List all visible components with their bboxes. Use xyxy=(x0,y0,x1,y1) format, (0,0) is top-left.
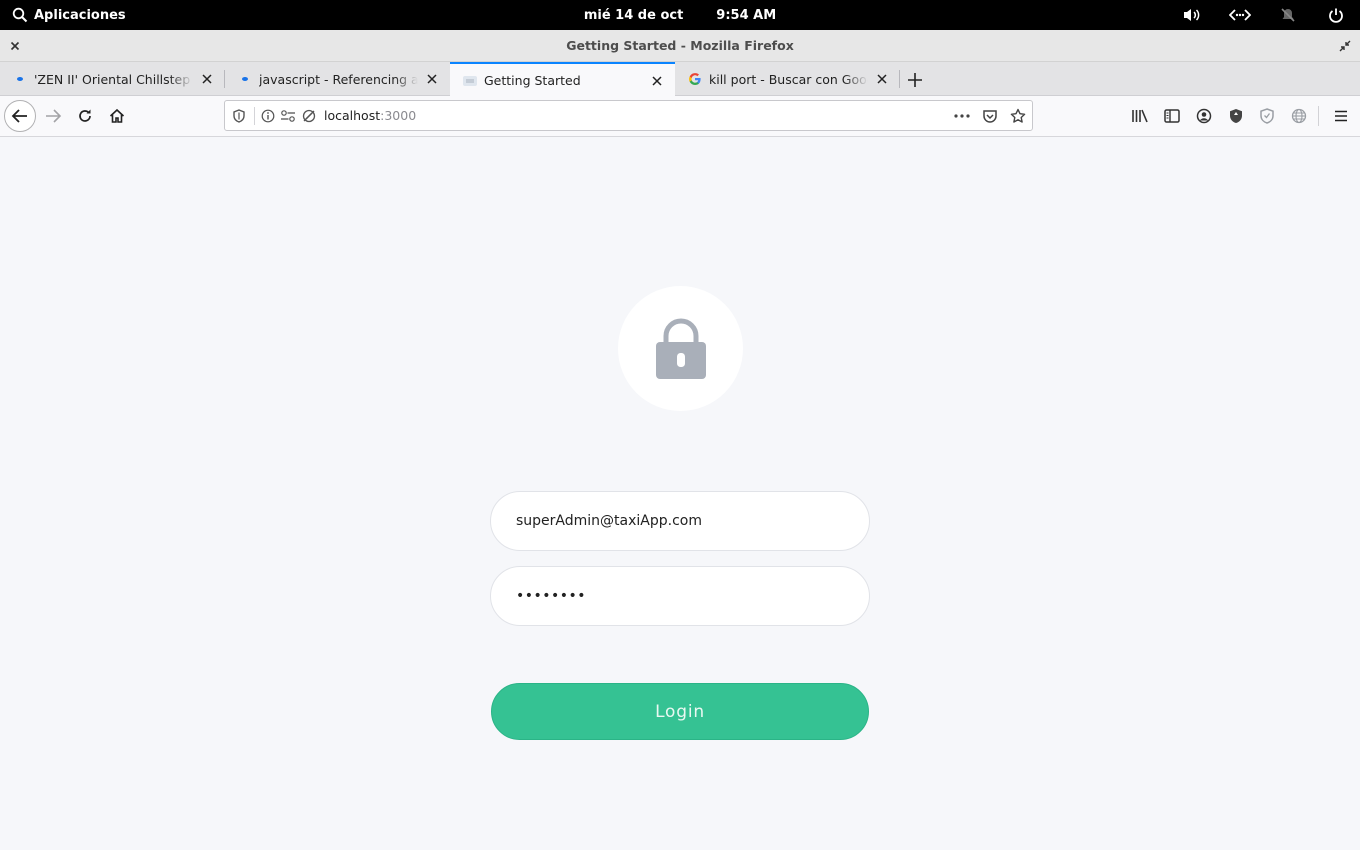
notifications-muted-icon[interactable] xyxy=(1264,0,1312,30)
permissions-icon[interactable] xyxy=(279,107,297,125)
lock-avatar xyxy=(618,286,743,411)
plus-icon xyxy=(908,73,922,87)
blue-dot-favicon-icon xyxy=(237,71,253,87)
tab-zen-mix[interactable]: 'ZEN II' Oriental Chillstep Mix xyxy=(0,62,225,96)
tab-close-icon[interactable] xyxy=(199,71,215,87)
tab-separator xyxy=(899,70,900,88)
tab-title: kill port - Buscar con Google xyxy=(709,71,868,87)
back-button[interactable] xyxy=(4,100,36,132)
tab-kill-port[interactable]: kill port - Buscar con Google xyxy=(675,62,900,96)
url-port: :3000 xyxy=(380,108,417,123)
window-close-button[interactable] xyxy=(6,37,24,55)
url-bar[interactable]: localhost:3000 xyxy=(224,100,1033,131)
sidebar-toggle-icon[interactable] xyxy=(1161,105,1183,127)
lock-icon xyxy=(655,318,706,379)
insecure-connection-icon[interactable] xyxy=(300,107,318,125)
tracking-protection-shield-icon[interactable] xyxy=(230,107,248,125)
bookmark-star-icon[interactable] xyxy=(1009,107,1027,125)
page-actions-more-icon[interactable] xyxy=(953,107,971,125)
tab-close-icon[interactable] xyxy=(424,71,440,87)
window-title-bar: Getting Started - Mozilla Firefox xyxy=(0,30,1360,62)
url-text[interactable]: localhost:3000 xyxy=(324,101,416,130)
account-icon[interactable] xyxy=(1193,105,1215,127)
applications-label: Aplicaciones xyxy=(34,7,126,23)
window-title: Getting Started - Mozilla Firefox xyxy=(566,38,794,53)
password-input[interactable] xyxy=(490,566,870,626)
pocket-icon[interactable] xyxy=(981,107,999,125)
home-button[interactable] xyxy=(101,100,133,132)
url-host: localhost xyxy=(324,108,381,123)
site-info-icon[interactable] xyxy=(259,107,277,125)
tab-title: Getting Started xyxy=(484,73,581,88)
forward-button[interactable] xyxy=(37,100,69,132)
library-icon[interactable] xyxy=(1129,105,1151,127)
toolbar-divider xyxy=(1318,106,1319,126)
page-content: Login xyxy=(0,137,1360,850)
tab-bar: 'ZEN II' Oriental Chillstep Mix javascri… xyxy=(0,62,1360,97)
urlbar-divider xyxy=(254,107,255,125)
window-restore-button[interactable] xyxy=(1336,37,1354,55)
tab-close-icon[interactable] xyxy=(649,73,665,89)
google-favicon-icon xyxy=(687,71,703,87)
blue-dot-favicon-icon xyxy=(12,71,28,87)
tab-title: 'ZEN II' Oriental Chillstep Mix xyxy=(34,71,193,87)
extension-vpn-icon[interactable] xyxy=(1256,105,1278,127)
network-icon[interactable] xyxy=(1216,0,1264,30)
translate-globe-icon[interactable] xyxy=(1288,105,1310,127)
extension-shield-icon[interactable] xyxy=(1225,105,1247,127)
close-icon xyxy=(10,41,20,51)
login-button[interactable]: Login xyxy=(491,683,869,740)
restore-icon xyxy=(1339,40,1351,52)
tab-getting-started[interactable]: Getting Started xyxy=(450,62,675,97)
reload-button[interactable] xyxy=(69,100,101,132)
search-icon xyxy=(12,7,28,23)
applications-menu[interactable]: Aplicaciones xyxy=(12,0,126,30)
arrow-right-icon xyxy=(46,109,62,123)
page-favicon-icon xyxy=(462,73,478,89)
system-top-bar: Aplicaciones mié 14 de oct 9:54 AM xyxy=(0,0,1360,30)
power-icon[interactable] xyxy=(1312,0,1360,30)
clock: mié 14 de oct 9:54 AM xyxy=(0,0,1360,30)
system-tray xyxy=(1168,0,1360,30)
navigation-toolbar: localhost:3000 xyxy=(0,96,1360,137)
hamburger-menu-icon[interactable] xyxy=(1330,105,1352,127)
tab-title: javascript - Referencing another xyxy=(259,71,418,87)
clock-time[interactable]: 9:54 AM xyxy=(716,8,776,23)
email-input[interactable] xyxy=(490,491,870,551)
volume-icon[interactable] xyxy=(1168,0,1216,30)
clock-date[interactable]: mié 14 de oct xyxy=(584,8,683,23)
reload-icon xyxy=(79,109,91,122)
new-tab-button[interactable] xyxy=(904,69,926,91)
tab-close-icon[interactable] xyxy=(874,71,890,87)
home-icon xyxy=(109,108,125,123)
arrow-left-icon xyxy=(11,109,27,123)
tab-javascript[interactable]: javascript - Referencing another xyxy=(225,62,450,96)
